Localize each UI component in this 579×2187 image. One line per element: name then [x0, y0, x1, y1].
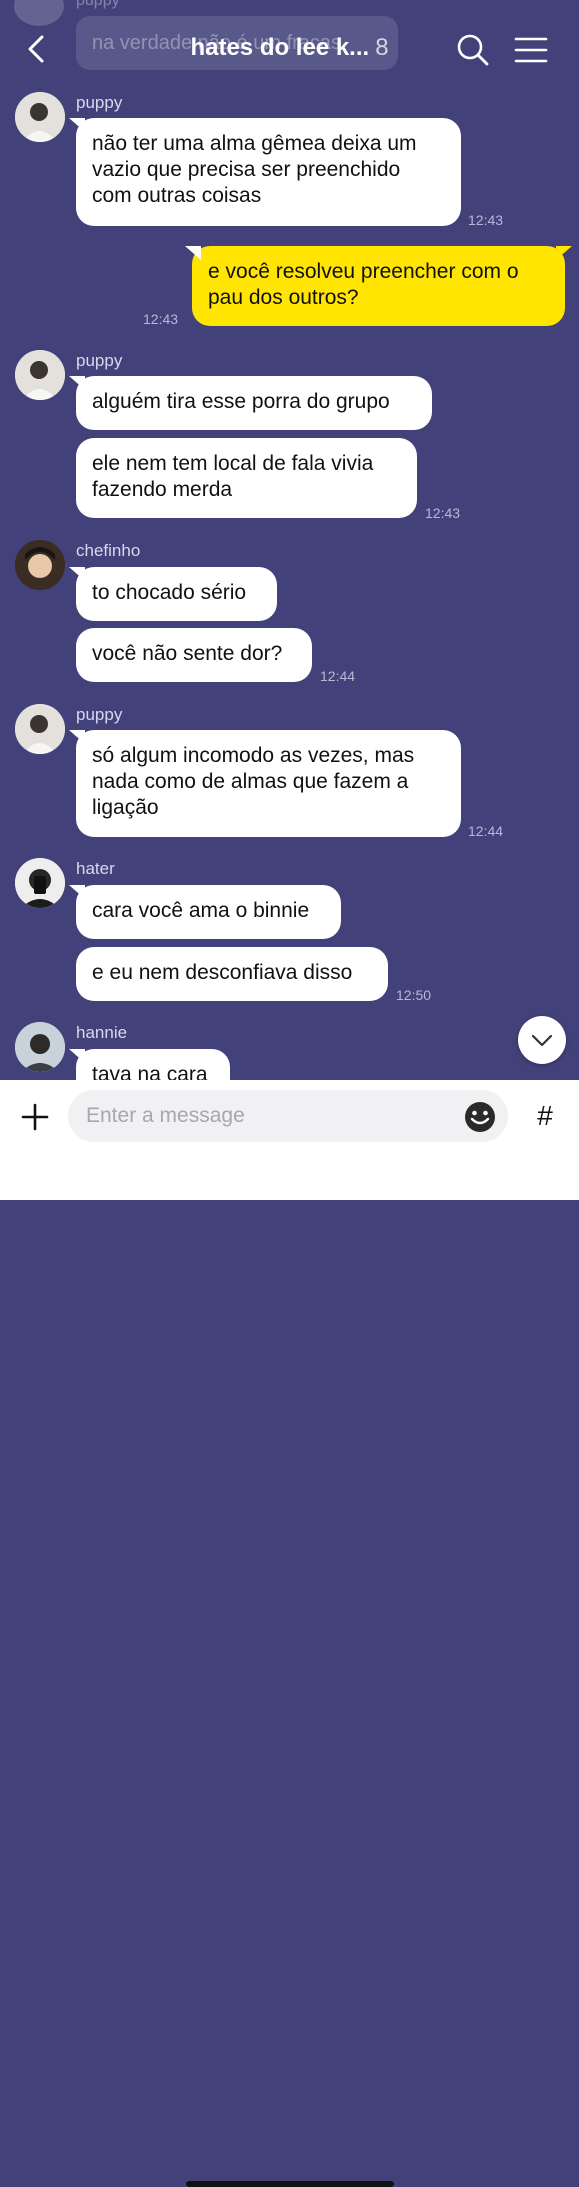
message-text: cara você ama o binnie	[92, 899, 310, 922]
message-bubble[interactable]: alguém tira esse porra do grupo	[76, 376, 432, 430]
message-text: só algum incomodo as vezes, mas	[92, 744, 415, 767]
hamburger-menu-icon[interactable]	[514, 36, 548, 64]
avatar-photo	[15, 704, 65, 754]
avatar-photo	[15, 540, 65, 590]
message-text: pau dos outros?	[208, 286, 359, 309]
sender-name: hater	[76, 859, 115, 878]
message-bubble[interactable]: e você resolveu preencher com o pau dos …	[192, 246, 565, 326]
message-bubble[interactable]: não ter uma alma gêmea deixa um vazio qu…	[76, 118, 461, 226]
message-text: você não sente dor?	[92, 642, 283, 665]
message-text: nada como de almas que fazem a	[92, 770, 409, 793]
message-text: ligação	[92, 796, 159, 819]
search-icon[interactable]	[456, 33, 490, 67]
message-text: to chocado sério	[92, 581, 247, 604]
message-time: 12:43	[143, 311, 179, 327]
message-bubble[interactable]: só algum incomodo as vezes, mas nada com…	[76, 730, 461, 837]
sender-name: puppy	[76, 351, 123, 370]
smiley-icon[interactable]	[463, 1100, 497, 1134]
avatar[interactable]	[15, 350, 65, 400]
avatar[interactable]	[15, 540, 65, 590]
message-text: fazendo merda	[92, 478, 233, 501]
message-time: 12:43	[468, 212, 504, 228]
message-bubble[interactable]: tava na cara	[76, 1049, 230, 1080]
message-bubble[interactable]: você não sente dor?	[76, 628, 312, 682]
sender-name: puppy	[76, 705, 123, 724]
message-time: 12:50	[396, 987, 432, 1003]
member-count: 8	[375, 34, 389, 61]
avatar-photo	[15, 350, 65, 400]
chat-title[interactable]: hates do lee k... 8	[0, 34, 579, 62]
avatar[interactable]	[15, 704, 65, 754]
plus-icon[interactable]	[16, 1098, 54, 1136]
avatar-photo	[15, 858, 65, 908]
message-text: não ter uma alma gêmea deixa um	[92, 132, 417, 155]
message-bubble[interactable]: ele nem tem local de fala vivia fazendo …	[76, 438, 417, 518]
chat-area[interactable]: puppy na verdade não é um fracas hates d…	[0, 0, 579, 1080]
chevron-down-icon	[531, 1034, 553, 1047]
avatar-photo	[15, 1022, 65, 1072]
message-text: e eu nem desconfiava disso	[92, 961, 353, 984]
message-bubble[interactable]: e eu nem desconfiava disso	[76, 947, 388, 1001]
message-bubble[interactable]: to chocado sério	[76, 567, 277, 621]
message-time: 12:44	[468, 823, 504, 839]
message-time: 12:43	[425, 505, 461, 521]
message-text: e você resolveu preencher com o	[208, 260, 519, 283]
message-text: alguém tira esse porra do grupo	[92, 390, 390, 413]
scroll-to-bottom-button[interactable]	[518, 1016, 566, 1064]
message-input[interactable]	[68, 1090, 508, 1142]
message-composer: #	[0, 1080, 579, 2187]
hashtag-button[interactable]: #	[528, 1098, 562, 1134]
sender-name: chefinho	[76, 541, 141, 560]
sender-name: hannie	[76, 1023, 128, 1042]
home-indicator	[186, 2181, 394, 2187]
chat-title-text: hates do lee k...	[190, 34, 370, 61]
message-text: tava na cara	[92, 1063, 208, 1080]
message-time: 12:44	[320, 668, 356, 684]
message-text: vazio que precisa ser preenchido	[92, 158, 401, 181]
avatar[interactable]	[15, 1022, 65, 1072]
avatar[interactable]	[15, 858, 65, 908]
message-text: ele nem tem local de fala vivia	[92, 452, 374, 475]
message-text: com outras coisas	[92, 184, 262, 207]
message-bubble[interactable]: cara você ama o binnie	[76, 885, 341, 939]
chat-header: hates do lee k... 8	[0, 0, 579, 100]
